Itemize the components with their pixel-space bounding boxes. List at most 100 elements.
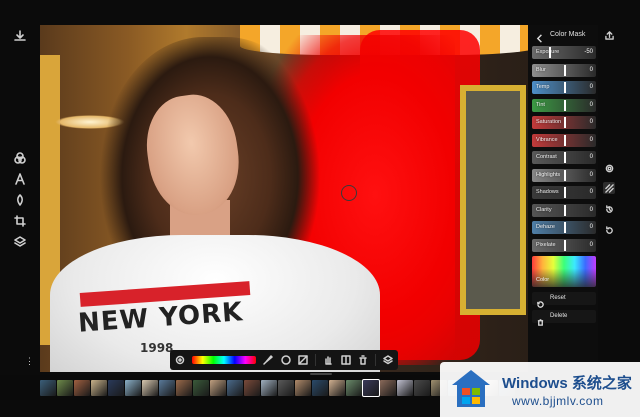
filmstrip-thumbnail[interactable] <box>380 379 396 396</box>
slider-value: -50 <box>584 49 593 55</box>
slider-vibrance[interactable]: Vibrance 0 <box>532 133 596 147</box>
filmstrip-thumbnail[interactable] <box>142 379 158 396</box>
slider-knob[interactable] <box>564 169 566 181</box>
delete-button[interactable]: Delete <box>532 310 596 326</box>
slider-contrast[interactable]: Contrast 0 <box>532 151 596 164</box>
color-range-picker[interactable]: Color <box>532 256 596 287</box>
slider-knob[interactable] <box>564 117 566 128</box>
filmstrip-thumbnail[interactable] <box>278 379 294 396</box>
slider-value: 0 <box>589 136 593 143</box>
slider-knob[interactable] <box>564 239 566 251</box>
reset-icon <box>537 295 544 308</box>
slider-label: Pixelate <box>536 241 556 248</box>
slider-shadows[interactable]: Shadows 0 <box>532 186 596 199</box>
slider-value: 0 <box>589 119 593 125</box>
filmstrip-thumbnail[interactable] <box>261 379 277 396</box>
camera-icon[interactable] <box>603 162 615 174</box>
filmstrip-thumbnail[interactable] <box>329 379 345 396</box>
more-options-icon[interactable]: ⋮ <box>25 356 34 367</box>
slider-knob[interactable] <box>564 64 566 76</box>
slider-highlights[interactable]: Highlights 0 <box>532 168 596 182</box>
selective-icon[interactable] <box>12 192 28 208</box>
filmstrip-thumbnail[interactable] <box>414 379 430 396</box>
share-icon[interactable] <box>603 29 615 41</box>
slider-label: Clarity <box>536 206 552 213</box>
filmstrip-thumbnail[interactable] <box>91 379 107 396</box>
slider-clarity[interactable]: Clarity 0 <box>532 203 596 217</box>
watermark: Windows 系统之家 www.bjjmlv.com <box>440 362 640 417</box>
trash-icon <box>537 313 544 326</box>
filmstrip-thumbnail[interactable] <box>295 379 311 396</box>
hand-icon[interactable] <box>322 354 334 366</box>
brush-cursor[interactable] <box>341 185 357 201</box>
slider-knob[interactable] <box>564 99 566 111</box>
filmstrip-thumbnail[interactable] <box>40 379 56 396</box>
image-canvas[interactable]: NEW YORK 1998 <box>40 25 528 372</box>
mask-tool-icon[interactable] <box>603 182 615 194</box>
slider-knob[interactable] <box>564 222 566 233</box>
slider-value: 0 <box>589 154 593 160</box>
trash-icon[interactable] <box>358 354 370 366</box>
slider-blur[interactable]: Blur 0 <box>532 63 596 77</box>
filmstrip-thumbnail[interactable] <box>159 379 175 396</box>
download-icon[interactable] <box>12 28 28 44</box>
color-label: Color <box>536 277 550 283</box>
left-tool-rail <box>0 0 40 372</box>
slider-knob[interactable] <box>564 187 566 198</box>
slider-label: Dehaze <box>536 224 555 230</box>
slider-label: Vibrance <box>536 136 558 143</box>
filmstrip-thumbnail[interactable] <box>193 379 209 396</box>
history-icon[interactable] <box>603 203 615 215</box>
slider-pixelate[interactable]: Pixelate 0 <box>532 238 596 252</box>
toolbar-divider <box>375 354 377 366</box>
compare-icon[interactable] <box>340 354 352 366</box>
filmstrip-thumbnail[interactable] <box>108 379 124 396</box>
undo-icon[interactable] <box>603 224 615 236</box>
text-icon[interactable] <box>12 171 28 187</box>
color-picker-icon[interactable] <box>174 354 186 366</box>
slider-exposure[interactable]: Exposure -50 <box>532 46 596 59</box>
layers-icon[interactable] <box>12 234 28 250</box>
slider-label: Tint <box>536 101 545 108</box>
filmstrip-thumbnail[interactable] <box>125 379 141 396</box>
slider-knob[interactable] <box>564 204 566 216</box>
filmstrip-thumbnail[interactable] <box>227 379 243 396</box>
hue-slider[interactable] <box>191 356 257 364</box>
color-mask-icon[interactable] <box>12 150 28 166</box>
slider-value: 0 <box>589 171 593 178</box>
filmstrip-thumbnail[interactable] <box>312 379 328 396</box>
slider-value: 0 <box>589 84 593 90</box>
invert-mask-icon[interactable] <box>298 354 310 366</box>
slider-label: Exposure <box>536 49 560 55</box>
slider-value: 0 <box>589 224 593 230</box>
filmstrip-thumbnail[interactable] <box>210 379 226 396</box>
slider-value: 0 <box>589 206 593 213</box>
slider-label: Blur <box>536 66 546 73</box>
filmstrip-thumbnail[interactable] <box>346 379 362 396</box>
brush-size-icon[interactable] <box>280 354 292 366</box>
slider-knob[interactable] <box>564 82 566 93</box>
filmstrip-thumbnail[interactable] <box>244 379 260 396</box>
slider-label: Contrast <box>536 154 557 160</box>
filmstrip-thumbnail[interactable] <box>57 379 73 396</box>
back-icon[interactable] <box>536 30 546 43</box>
shirt-year: 1998 <box>140 341 174 355</box>
slider-tint[interactable]: Tint 0 <box>532 98 596 112</box>
filmstrip-thumbnail[interactable] <box>397 379 413 396</box>
slider-knob[interactable] <box>564 152 566 163</box>
slider-temp[interactable]: Temp 0 <box>532 81 596 94</box>
brush-icon[interactable] <box>262 354 274 366</box>
slider-value: 0 <box>589 101 593 108</box>
layers-toggle-icon[interactable] <box>382 354 394 366</box>
reset-button[interactable]: Reset <box>532 292 596 308</box>
slider-knob[interactable] <box>564 134 566 146</box>
reset-label: Reset <box>550 295 566 301</box>
filmstrip-thumbnail[interactable] <box>176 379 192 396</box>
slider-dehaze[interactable]: Dehaze 0 <box>532 221 596 234</box>
slider-saturation[interactable]: Saturation 0 <box>532 116 596 129</box>
slider-knob[interactable] <box>549 47 551 58</box>
filmstrip-thumbnail[interactable] <box>362 378 380 397</box>
crop-icon[interactable] <box>12 213 28 229</box>
mask-toolbar <box>170 350 398 370</box>
filmstrip-thumbnail[interactable] <box>74 379 90 396</box>
